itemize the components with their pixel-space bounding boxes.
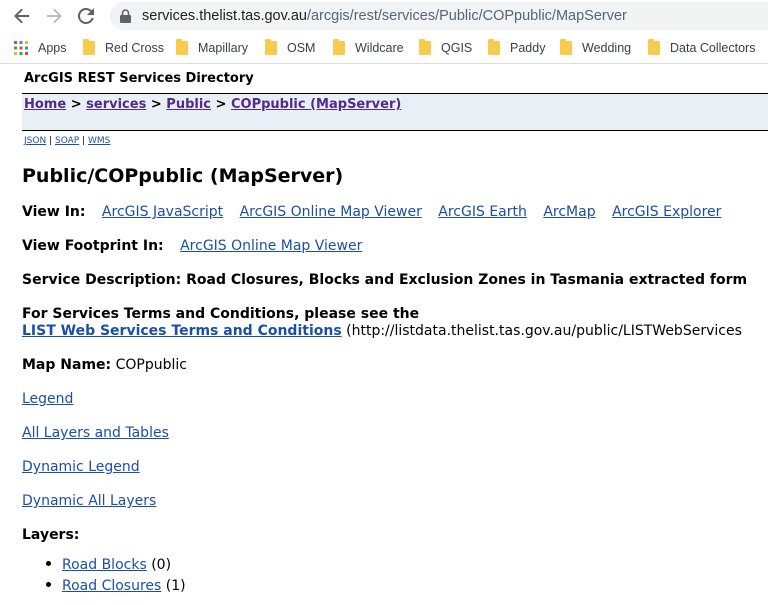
- breadcrumb-public[interactable]: Public: [166, 97, 211, 112]
- breadcrumb-separator: >: [150, 97, 162, 112]
- lock-icon: [120, 9, 131, 23]
- layers-label: Layers:: [22, 527, 80, 543]
- map-name-row: Map Name: COPpublic: [22, 357, 187, 373]
- terms-link[interactable]: LIST Web Services Terms and Conditions: [22, 323, 342, 339]
- breadcrumb-services[interactable]: services: [86, 97, 146, 112]
- legend-link[interactable]: Legend: [22, 391, 73, 407]
- map-name-value: COPpublic: [115, 357, 187, 373]
- layers-list: Road Blocks (0) Road Closures (1): [46, 557, 186, 599]
- bookmark-red-cross[interactable]: Red Cross: [83, 39, 164, 57]
- folder-icon: [333, 39, 345, 55]
- apps-grid-icon: [14, 41, 28, 55]
- arrow-right-icon: [47, 8, 62, 24]
- folder-icon: [560, 39, 572, 55]
- layers-heading: Layers:: [22, 527, 79, 543]
- folder-icon: [176, 39, 188, 55]
- service-description: Service Description: Road Closures, Bloc…: [22, 272, 747, 288]
- terms-url: (http://listdata.thelist.tas.gov.au/publ…: [346, 323, 742, 339]
- breadcrumb-coppublic[interactable]: COPpublic (MapServer): [231, 97, 401, 112]
- url-text: services.thelist.tas.gov.au/arcgis/rest/…: [142, 8, 627, 24]
- dynamic-all-layers-link[interactable]: Dynamic All Layers: [22, 493, 156, 509]
- bookmark-label: Apps: [38, 41, 67, 55]
- layer-road-closures-link[interactable]: Road Closures: [62, 578, 161, 594]
- layer-road-blocks-link[interactable]: Road Blocks: [62, 557, 147, 573]
- breadcrumb-separator: >: [70, 97, 82, 112]
- bookmarks-bar: Apps Red Cross Mapillary OSM Wildcare QG…: [0, 33, 768, 64]
- bullet-icon: [46, 560, 51, 566]
- folder-icon: [419, 39, 431, 55]
- breadcrumb: Home > services > Public > COPpublic (Ma…: [22, 93, 768, 131]
- layer-count: (0): [151, 557, 172, 573]
- bookmark-wedding[interactable]: Wedding: [560, 39, 631, 57]
- browser-toolbar: services.thelist.tas.gov.au/arcgis/rest/…: [0, 0, 768, 32]
- layer-count: (1): [165, 578, 186, 594]
- address-bar[interactable]: services.thelist.tas.gov.au/arcgis/rest/…: [110, 2, 768, 30]
- bookmark-label: OSM: [287, 41, 316, 55]
- breadcrumb-home[interactable]: Home: [24, 97, 66, 112]
- bookmark-label: Wedding: [582, 41, 632, 55]
- page-content: ArcGIS REST Services Directory Home > se…: [0, 64, 768, 605]
- view-in-label: View In:: [22, 204, 86, 220]
- view-in-arcmap-link[interactable]: ArcMap: [543, 204, 595, 220]
- view-in-arcgis-earth-link[interactable]: ArcGIS Earth: [438, 204, 527, 220]
- bookmark-label: QGIS: [441, 41, 473, 55]
- forward-button[interactable]: [43, 5, 65, 27]
- terms-block: For Services Terms and Conditions, pleas…: [22, 306, 742, 340]
- format-separator: |: [82, 136, 86, 146]
- dynamic-legend-link[interactable]: Dynamic Legend: [22, 459, 140, 475]
- footprint-online-map-viewer-link[interactable]: ArcGIS Online Map Viewer: [180, 238, 362, 254]
- all-layers-tables-link[interactable]: All Layers and Tables: [22, 425, 169, 441]
- bookmark-label: Paddy: [510, 41, 546, 55]
- page-title: Public/COPpublic (MapServer): [22, 165, 344, 187]
- bookmark-qgis[interactable]: QGIS: [419, 39, 472, 57]
- bullet-icon: [46, 581, 51, 587]
- bookmark-data-collectors[interactable]: Data Collectors: [648, 39, 755, 57]
- folder-icon: [265, 39, 277, 55]
- format-links: JSON | SOAP | WMS: [24, 136, 110, 146]
- directory-title: ArcGIS REST Services Directory: [24, 71, 254, 86]
- breadcrumb-separator: >: [215, 97, 227, 112]
- map-name-label: Map Name:: [22, 357, 112, 373]
- footprint-label: View Footprint In:: [22, 238, 164, 254]
- bookmark-osm[interactable]: OSM: [265, 39, 315, 57]
- view-in-online-map-viewer-link[interactable]: ArcGIS Online Map Viewer: [240, 204, 422, 220]
- format-separator: |: [49, 136, 53, 146]
- bookmark-label: Data Collectors: [670, 41, 756, 55]
- bookmark-wildcare[interactable]: Wildcare: [333, 39, 404, 57]
- view-in-row: View In: ArcGIS JavaScript ArcGIS Online…: [22, 204, 721, 220]
- folder-icon: [83, 39, 95, 55]
- reload-button[interactable]: [75, 5, 97, 27]
- bookmark-label: Wildcare: [355, 41, 404, 55]
- bookmark-mapillary[interactable]: Mapillary: [176, 39, 248, 57]
- list-item: Road Closures (1): [46, 578, 186, 599]
- folder-icon: [488, 39, 500, 55]
- json-link[interactable]: JSON: [24, 136, 46, 146]
- view-in-arcgis-javascript-link[interactable]: ArcGIS JavaScript: [102, 204, 223, 220]
- footprint-row: View Footprint In: ArcGIS Online Map Vie…: [22, 238, 362, 254]
- terms-text: For Services Terms and Conditions, pleas…: [22, 306, 420, 322]
- view-in-arcgis-explorer-link[interactable]: ArcGIS Explorer: [612, 204, 721, 220]
- folder-icon: [648, 39, 660, 55]
- soap-link[interactable]: SOAP: [55, 136, 79, 146]
- arrow-left-icon: [14, 8, 29, 24]
- bookmark-label: Red Cross: [105, 41, 165, 55]
- bookmark-paddy[interactable]: Paddy: [488, 39, 545, 57]
- list-item: Road Blocks (0): [46, 557, 186, 578]
- back-button[interactable]: [11, 5, 33, 27]
- bookmark-apps[interactable]: Apps: [14, 39, 67, 57]
- service-description-text: Service Description: Road Closures, Bloc…: [22, 272, 748, 288]
- wms-link[interactable]: WMS: [88, 136, 110, 146]
- bookmark-label: Mapillary: [198, 41, 249, 55]
- reload-icon: [78, 8, 94, 24]
